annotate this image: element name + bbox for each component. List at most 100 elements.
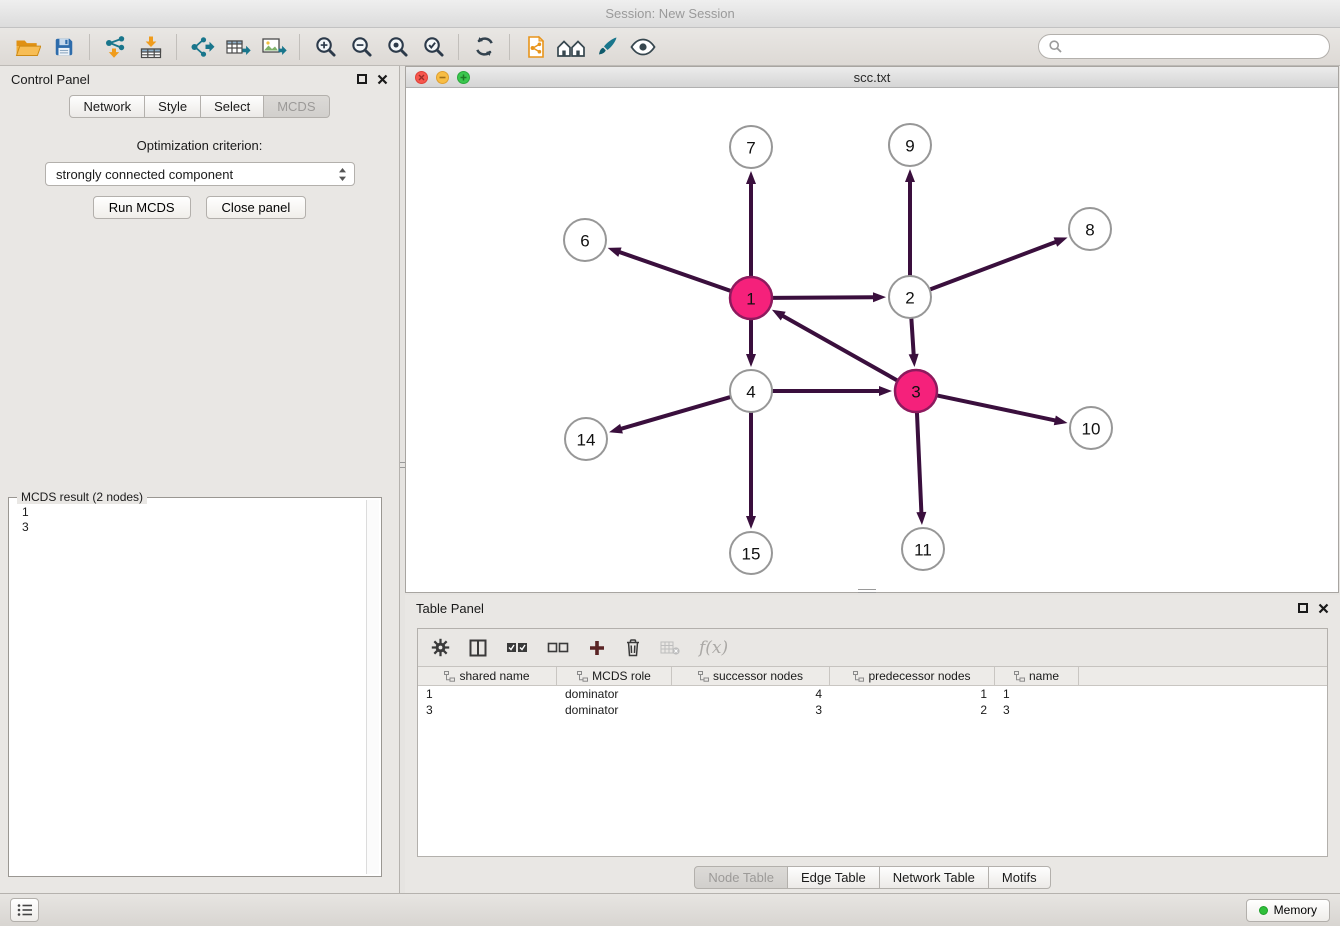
table-row[interactable]: 1dominator411	[418, 686, 1327, 702]
edge-4-15[interactable]	[746, 413, 756, 529]
edge-4-14[interactable]	[609, 397, 730, 433]
toggle-visibility-button[interactable]	[625, 31, 661, 63]
open-session-button[interactable]	[10, 31, 46, 63]
deselect-all-button[interactable]	[547, 641, 569, 655]
cell-mcds-role[interactable]: dominator	[557, 686, 672, 702]
horizontal-splitter-grip[interactable]	[858, 589, 876, 593]
table-settings-button[interactable]	[431, 638, 450, 657]
graph-node-8[interactable]: 8	[1069, 208, 1111, 250]
column-header-predecessor-nodes[interactable]: predecessor nodes	[830, 667, 995, 685]
tab-mcds[interactable]: MCDS	[264, 95, 329, 118]
cell-successor-nodes[interactable]: 3	[672, 702, 830, 718]
zoom-selected-button[interactable]	[415, 31, 451, 63]
apply-style-button[interactable]	[589, 31, 625, 63]
show-columns-button[interactable]	[469, 639, 487, 657]
zoom-fit-button[interactable]	[379, 31, 415, 63]
zoom-in-button[interactable]	[307, 31, 343, 63]
vertical-splitter-grip[interactable]	[400, 456, 405, 474]
cell-successor-nodes[interactable]: 4	[672, 686, 830, 702]
import-table-button[interactable]	[133, 31, 169, 63]
close-mcds-panel-button[interactable]: Close panel	[206, 196, 307, 219]
edge-3-11[interactable]	[916, 413, 926, 525]
edge-3-10[interactable]	[938, 396, 1068, 426]
graph-node-14[interactable]: 14	[565, 418, 607, 460]
table-row[interactable]: 3dominator323	[418, 702, 1327, 718]
graph-node-11[interactable]: 11	[902, 528, 944, 570]
criterion-dropdown[interactable]: strongly connected component	[45, 162, 355, 186]
graph-node-2[interactable]: 2	[889, 276, 931, 318]
select-all-button[interactable]	[506, 641, 528, 655]
column-header-label: predecessor nodes	[868, 669, 970, 683]
edge-2-8[interactable]	[931, 237, 1068, 289]
float-panel-icon[interactable]	[357, 74, 367, 84]
refresh-button[interactable]	[466, 31, 502, 63]
search-input[interactable]	[1068, 39, 1319, 54]
zoom-out-button[interactable]	[343, 31, 379, 63]
save-session-button[interactable]	[46, 31, 82, 63]
edge-1-6[interactable]	[608, 247, 731, 290]
graph-node-15[interactable]: 15	[730, 532, 772, 574]
edge-1-7[interactable]	[746, 171, 756, 276]
graph-node-3[interactable]: 3	[895, 370, 937, 412]
edge-4-3[interactable]	[773, 386, 892, 396]
network-canvas[interactable]: 7 9 6 8 1 2 4 3 14 10 15 11	[406, 88, 1338, 592]
export-table-button[interactable]	[220, 31, 256, 63]
maximize-window-icon[interactable]	[457, 71, 470, 84]
table-tab-network-table[interactable]: Network Table	[880, 866, 989, 889]
column-header-mcds-role[interactable]: MCDS role	[557, 667, 672, 685]
table-header-row: shared nameMCDS rolesuccessor nodes prede…	[418, 667, 1327, 686]
run-mcds-button[interactable]: Run MCDS	[93, 196, 191, 219]
float-panel-icon[interactable]	[1298, 603, 1308, 613]
tab-network[interactable]: Network	[69, 95, 145, 118]
tab-select[interactable]: Select	[201, 95, 264, 118]
tab-style[interactable]: Style	[145, 95, 201, 118]
new-network-from-selection-button[interactable]	[517, 31, 553, 63]
network-graph[interactable]: 7 9 6 8 1 2 4 3 14 10 15 11	[406, 88, 1338, 592]
delete-table-button[interactable]	[660, 640, 680, 656]
export-network-button[interactable]	[184, 31, 220, 63]
cell-shared-name[interactable]: 3	[418, 702, 557, 718]
column-header-shared-name[interactable]: shared name	[418, 667, 557, 685]
graph-node-9[interactable]: 9	[889, 124, 931, 166]
column-header-successor-nodes[interactable]: successor nodes	[672, 667, 830, 685]
memory-button[interactable]: Memory	[1246, 899, 1330, 922]
table-tab-motifs[interactable]: Motifs	[989, 866, 1051, 889]
edge-2-3[interactable]	[909, 319, 919, 367]
close-window-icon[interactable]	[415, 71, 428, 84]
search-box[interactable]	[1038, 34, 1330, 59]
home-button[interactable]	[553, 31, 589, 63]
close-panel-icon[interactable]	[1318, 603, 1329, 614]
show-panels-button[interactable]	[10, 898, 39, 922]
column-header-name[interactable]: name	[995, 667, 1079, 685]
edge-2-9[interactable]	[905, 169, 915, 275]
edge-1-2[interactable]	[773, 292, 886, 302]
window-titlebar[interactable]: Session: New Session	[0, 0, 1340, 28]
edge-1-4[interactable]	[746, 320, 756, 367]
cell-mcds-role[interactable]: dominator	[557, 702, 672, 718]
function-builder-button[interactable]: f(x)	[699, 638, 728, 658]
cell-predecessor-nodes[interactable]: 2	[830, 702, 995, 718]
cell-name[interactable]: 3	[995, 702, 1079, 718]
cell-predecessor-nodes[interactable]: 1	[830, 686, 995, 702]
mcds-result-item[interactable]: 1	[22, 505, 363, 520]
control-panel-title: Control Panel	[11, 72, 90, 87]
graph-node-10[interactable]: 10	[1070, 407, 1112, 449]
table-tab-edge-table[interactable]: Edge Table	[788, 866, 880, 889]
mcds-result-item[interactable]: 3	[22, 520, 363, 535]
export-image-button[interactable]	[256, 31, 292, 63]
edge-3-1[interactable]	[772, 310, 897, 380]
network-window-titlebar[interactable]: scc.txt	[406, 67, 1338, 88]
cell-shared-name[interactable]: 1	[418, 686, 557, 702]
graph-node-1[interactable]: 1	[730, 277, 772, 319]
graph-node-4[interactable]: 4	[730, 370, 772, 412]
cell-name[interactable]: 1	[995, 686, 1079, 702]
import-network-button[interactable]	[97, 31, 133, 63]
graph-node-7[interactable]: 7	[730, 126, 772, 168]
add-row-button[interactable]	[588, 639, 606, 657]
graph-node-6[interactable]: 6	[564, 219, 606, 261]
table-tab-node-table[interactable]: Node Table	[694, 866, 788, 889]
delete-row-button[interactable]	[625, 638, 641, 657]
minimize-window-icon[interactable]	[436, 71, 449, 84]
close-panel-icon[interactable]	[377, 74, 388, 85]
scrollbar-track[interactable]	[366, 500, 379, 874]
